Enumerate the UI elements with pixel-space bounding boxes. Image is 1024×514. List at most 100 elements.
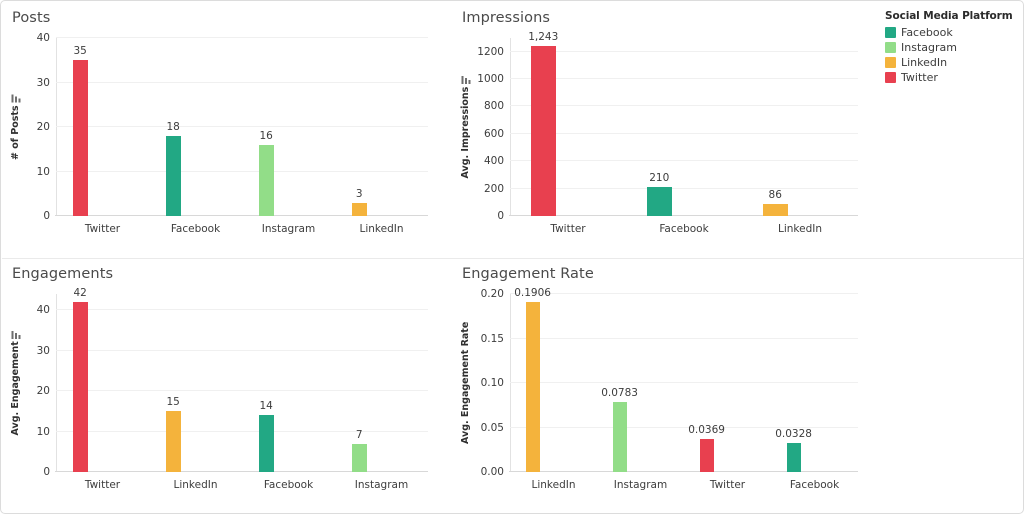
bar-group-posts-linkedin: 3 LinkedIn bbox=[335, 38, 428, 235]
legend-swatch-linkedin-icon bbox=[885, 56, 896, 68]
chart-panel-posts: Posts 0 10 20 30 40 # of Posts 35 Twitter 18 Face… bbox=[2, 2, 452, 258]
y-tick-label-posts: 0 bbox=[43, 210, 50, 222]
bar-value-label: 18 bbox=[166, 120, 180, 133]
x-axis-label-twitter[interactable]: Twitter bbox=[550, 223, 585, 235]
bar-group-posts-instagram: 16 Instagram bbox=[242, 38, 335, 235]
dashboard: Social Media Platform Facebook Instagram L… bbox=[0, 0, 1024, 514]
x-axis-label-linkedin[interactable]: LinkedIn bbox=[359, 223, 403, 235]
legend-items: Facebook Instagram LinkedIn Twitter bbox=[885, 25, 1013, 84]
bar-engagements-instagram[interactable]: 7 bbox=[351, 429, 367, 472]
bar-group-engagements-facebook: 14 Facebook bbox=[242, 294, 335, 491]
bar-value-label: 0.0328 bbox=[775, 427, 812, 440]
sort-descending-icon[interactable] bbox=[11, 94, 20, 103]
legend-item-linkedin[interactable]: LinkedIn bbox=[885, 55, 1013, 69]
y-tick-label-posts: 30 bbox=[36, 76, 50, 89]
plot-area-posts: 0 10 20 30 40 # of Posts 35 Twitter 18 Facebook 16… bbox=[10, 32, 428, 235]
x-axis-label-facebook[interactable]: Facebook bbox=[171, 223, 220, 235]
bar-value-label: 15 bbox=[166, 396, 180, 409]
x-axis-label-instagram[interactable]: Instagram bbox=[614, 479, 667, 491]
x-axis-label-twitter[interactable]: Twitter bbox=[85, 479, 120, 491]
chart-panel-engagements: Engagements 0 10 20 30 40 Avg. Engagement 42 Tw… bbox=[2, 258, 452, 514]
y-tick-label-posts: 10 bbox=[36, 165, 50, 178]
chart-title-posts: Posts bbox=[12, 10, 51, 26]
bar-group-impressions-facebook: 210 Facebook bbox=[626, 38, 742, 235]
sort-descending-icon[interactable] bbox=[461, 76, 470, 85]
y-axis-title-posts: # of Posts bbox=[10, 94, 21, 160]
y-tick-label-engagements: 20 bbox=[36, 385, 50, 398]
legend-swatch-instagram-icon bbox=[885, 41, 896, 53]
x-axis-label-linkedin[interactable]: LinkedIn bbox=[531, 479, 575, 491]
bar-value-label: 14 bbox=[259, 400, 273, 413]
bar-value-label: 210 bbox=[649, 172, 670, 185]
y-axis-title-label: Avg. Engagement bbox=[10, 341, 21, 436]
y-tick-label-impressions: 400 bbox=[483, 155, 504, 168]
y-axis-title-label: Avg. Impressions bbox=[460, 86, 471, 179]
bar-value-label: 0.0369 bbox=[688, 424, 725, 437]
x-axis-label-linkedin[interactable]: LinkedIn bbox=[778, 223, 822, 235]
bar-posts-instagram[interactable]: 16 bbox=[258, 130, 274, 216]
x-axis-label-instagram[interactable]: Instagram bbox=[262, 223, 315, 235]
bar-engagement-rate-instagram[interactable]: 0.0783 bbox=[601, 387, 638, 472]
x-axis-label-facebook[interactable]: Facebook bbox=[659, 223, 708, 235]
bar-posts-twitter[interactable]: 35 bbox=[72, 45, 88, 216]
y-tick-label-posts: 40 bbox=[36, 32, 50, 44]
legend-item-twitter[interactable]: Twitter bbox=[885, 70, 1013, 84]
x-axis-label-facebook[interactable]: Facebook bbox=[264, 479, 313, 491]
y-axis-title-label: Avg. Engagement Rate bbox=[460, 321, 471, 444]
bar-engagements-linkedin[interactable]: 15 bbox=[165, 396, 181, 472]
y-axis-title-label: # of Posts bbox=[10, 105, 21, 160]
y-tick-label-impressions: 1200 bbox=[477, 45, 504, 58]
x-axis-label-twitter[interactable]: Twitter bbox=[85, 223, 120, 235]
chart-panel-engagement-rate: Engagement Rate 0.00 0.05 0.10 0.15 0.20 Avg.… bbox=[452, 258, 882, 514]
legend-item-label: Twitter bbox=[901, 70, 938, 84]
x-axis-label-twitter[interactable]: Twitter bbox=[710, 479, 745, 491]
bar-value-label: 35 bbox=[73, 45, 87, 58]
y-tick-label-impressions: 1000 bbox=[477, 73, 504, 86]
legend-swatch-twitter-icon bbox=[885, 71, 896, 83]
y-tick-label-engagement-rate: 0.20 bbox=[480, 288, 504, 300]
x-axis-label-linkedin[interactable]: LinkedIn bbox=[173, 479, 217, 491]
bar-group-posts-facebook: 18 Facebook bbox=[149, 38, 242, 235]
bar-engagement-rate-linkedin[interactable]: 0.1906 bbox=[514, 287, 551, 472]
bar-value-label: 1,243 bbox=[528, 30, 559, 43]
bar-value-label: 7 bbox=[355, 428, 363, 441]
y-tick-label-engagement-rate: 0.10 bbox=[480, 377, 504, 389]
y-axis-title-impressions: Avg. Impressions bbox=[460, 76, 471, 179]
bar-group-engagements-twitter: 42 Twitter bbox=[56, 287, 149, 491]
bar-value-label: 3 bbox=[355, 187, 363, 200]
y-tick-label-engagement-rate: 0.05 bbox=[480, 421, 504, 434]
y-axis-title-engagement-rate: Avg. Engagement Rate bbox=[460, 322, 471, 444]
bar-posts-facebook[interactable]: 18 bbox=[165, 121, 181, 216]
bar-impressions-twitter[interactable]: 1,243 bbox=[528, 31, 558, 216]
legend-item-instagram[interactable]: Instagram bbox=[885, 40, 1013, 54]
legend-item-label: Facebook bbox=[901, 25, 953, 39]
x-axis-label-facebook[interactable]: Facebook bbox=[790, 479, 839, 491]
bar-impressions-facebook[interactable]: 210 bbox=[646, 172, 672, 216]
chart-title-engagements: Engagements bbox=[12, 266, 114, 282]
bar-posts-linkedin[interactable]: 3 bbox=[351, 188, 367, 216]
bar-group-engagement-rate-facebook: 0.0328 Facebook bbox=[771, 294, 858, 491]
y-tick-label-impressions: 0 bbox=[497, 210, 504, 222]
y-tick-label-engagements: 30 bbox=[36, 344, 50, 357]
chart-title-engagement-rate: Engagement Rate bbox=[462, 266, 594, 282]
bar-value-label: 42 bbox=[73, 287, 87, 300]
sort-descending-icon[interactable] bbox=[11, 330, 20, 339]
bar-impressions-linkedin[interactable]: 86 bbox=[762, 189, 788, 216]
chart-panel-impressions: Impressions 0 200 400 600 800 1000 1200 Avg. Im… bbox=[452, 2, 882, 258]
x-axis-label-instagram[interactable]: Instagram bbox=[355, 479, 408, 491]
bar-engagement-rate-twitter[interactable]: 0.0369 bbox=[688, 424, 725, 472]
bar-engagements-twitter[interactable]: 42 bbox=[72, 287, 88, 472]
legend-item-label: LinkedIn bbox=[901, 55, 948, 69]
bar-engagement-rate-facebook[interactable]: 0.0328 bbox=[775, 428, 812, 472]
bar-group-engagement-rate-instagram: 0.0783 Instagram bbox=[597, 294, 684, 491]
legend-swatch-facebook-icon bbox=[885, 26, 896, 38]
y-tick-label-impressions: 200 bbox=[483, 182, 504, 195]
bar-group-engagements-linkedin: 15 LinkedIn bbox=[149, 294, 242, 491]
bar-engagements-facebook[interactable]: 14 bbox=[258, 400, 274, 472]
chart-title-impressions: Impressions bbox=[462, 10, 551, 26]
bar-value-label: 0.1906 bbox=[514, 287, 551, 300]
bar-value-label: 16 bbox=[259, 129, 273, 142]
legend-item-facebook[interactable]: Facebook bbox=[885, 25, 1013, 39]
y-axis-title-engagements: Avg. Engagement bbox=[10, 330, 21, 436]
bar-value-label: 0.0783 bbox=[601, 387, 638, 400]
